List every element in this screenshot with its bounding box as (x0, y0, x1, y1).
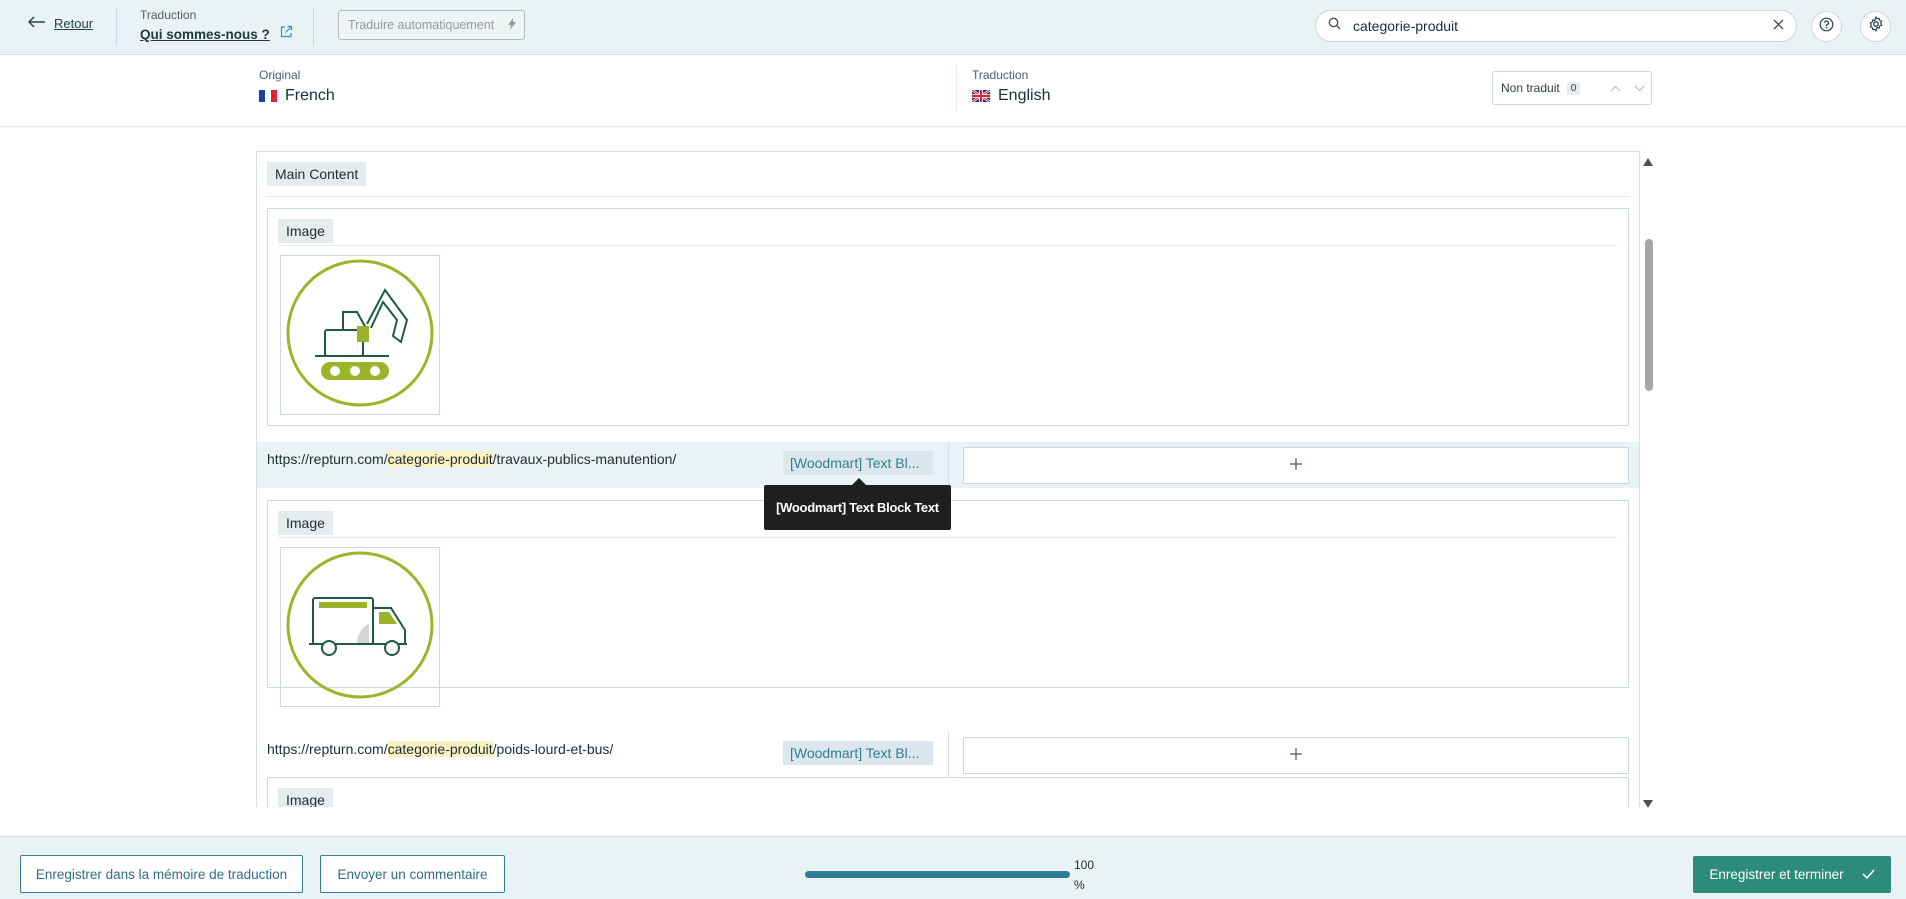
divider (278, 245, 1618, 246)
settings-button[interactable] (1860, 11, 1891, 42)
image-block: Image (267, 777, 1629, 807)
source-url: https://repturn.com/categorie-produit/tr… (267, 451, 676, 467)
divider (116, 8, 117, 46)
scrollbar-thumb[interactable] (1645, 239, 1653, 391)
plus-icon (1290, 747, 1302, 765)
image-thumbnail[interactable] (280, 255, 440, 415)
french-flag-icon (259, 90, 277, 102)
url-prefix: https://repturn.com/ (267, 741, 388, 757)
search-field[interactable]: categorie-produit (1315, 10, 1797, 42)
target-language: Traduction English (972, 68, 1050, 105)
content-panel: Main Content Image https://repturn.com/c… (256, 151, 1640, 807)
back-label: Retour (54, 16, 94, 31)
tooltip: [Woodmart] Text Block Text (764, 478, 951, 530)
block-label: Image (278, 511, 333, 535)
url-suffix: /travaux-publics-manutention/ (492, 451, 677, 467)
excavator-icon (285, 258, 435, 413)
lightning-icon (508, 17, 517, 33)
search-input[interactable]: categorie-produit (1353, 18, 1773, 34)
image-block: Image (267, 208, 1629, 426)
bottom-bar: Enregistrer dans la mémoire de traductio… (0, 836, 1906, 899)
field-type-chip[interactable]: [Woodmart] Text Bl... (783, 741, 933, 765)
auto-translate-button[interactable]: Traduire automatiquement (338, 10, 525, 40)
target-language-name: English (998, 87, 1051, 104)
section-label: Main Content (267, 162, 367, 186)
divider (948, 732, 949, 778)
chevron-down-icon[interactable] (1627, 76, 1651, 100)
save-and-finish-button[interactable]: Enregistrer et terminer (1693, 856, 1891, 893)
translation-row: https://repturn.com/categorie-produit/po… (257, 732, 1639, 778)
block-label: Image (278, 788, 333, 807)
send-comment-button[interactable]: Envoyer un commentaire (320, 855, 505, 893)
divider (956, 65, 957, 111)
divider (278, 537, 1618, 538)
truck-icon (285, 550, 435, 705)
url-prefix: https://repturn.com/ (267, 451, 388, 467)
scroll-up-icon[interactable] (1643, 153, 1653, 171)
back-button[interactable]: Retour (28, 16, 93, 31)
progress-value: 100 (1074, 858, 1095, 872)
original-caption: Original (259, 68, 301, 82)
progress-fill (805, 871, 1070, 878)
language-bar: Original French Traduction English Non t… (0, 55, 1906, 127)
block-label: Image (278, 219, 333, 243)
help-button[interactable] (1811, 11, 1842, 42)
external-link-icon[interactable] (280, 25, 293, 43)
check-icon (1862, 867, 1875, 882)
help-icon (1819, 17, 1834, 37)
plus-icon (1290, 457, 1302, 475)
source-url: https://repturn.com/categorie-produit/po… (267, 741, 613, 757)
add-translation-button[interactable] (963, 737, 1629, 774)
clear-icon[interactable] (1773, 17, 1784, 35)
page-title-link[interactable]: Qui sommes-nous ? (140, 27, 270, 42)
original-language-name: French (285, 87, 335, 104)
translation-info: Traduction Qui sommes-nous ? (140, 8, 293, 43)
translation-caption: Traduction (140, 8, 197, 22)
uk-flag-icon (972, 90, 990, 102)
divider (313, 8, 314, 46)
progress-unit: % (1074, 878, 1085, 892)
url-suffix: /poids-lourd-et-bus/ (492, 741, 614, 757)
count-badge: 0 (1566, 81, 1581, 95)
search-highlight: categorie-produit (387, 451, 493, 467)
progress-percent: 100 % (1074, 855, 1094, 895)
search-icon (1328, 17, 1341, 35)
gear-icon (1868, 15, 1884, 37)
translation-caption: Traduction (972, 68, 1029, 82)
translation-row: https://repturn.com/categorie-produit/tr… (257, 442, 1639, 488)
untranslated-filter[interactable]: Non traduit 0 (1492, 71, 1652, 105)
scroll-down-icon[interactable] (1643, 795, 1653, 813)
top-bar: Retour Traduction Qui sommes-nous ? Trad… (0, 0, 1906, 55)
image-thumbnail[interactable] (280, 547, 440, 707)
field-type-chip[interactable]: [Woodmart] Text Bl... (783, 451, 933, 475)
divider (267, 196, 1629, 197)
finish-label: Enregistrer et terminer (1709, 867, 1844, 882)
add-translation-button[interactable] (963, 447, 1629, 484)
auto-translate-label: Traduire automatiquement (348, 18, 495, 32)
progress-bar (805, 871, 1070, 878)
filter-label: Non traduit (1501, 81, 1560, 95)
search-highlight: categorie-produit (387, 741, 493, 757)
original-language: Original French (259, 68, 335, 105)
chevron-up-icon[interactable] (1603, 76, 1627, 100)
save-to-memory-button[interactable]: Enregistrer dans la mémoire de traductio… (20, 855, 303, 893)
divider (948, 442, 949, 488)
arrow-left-icon (28, 16, 46, 31)
